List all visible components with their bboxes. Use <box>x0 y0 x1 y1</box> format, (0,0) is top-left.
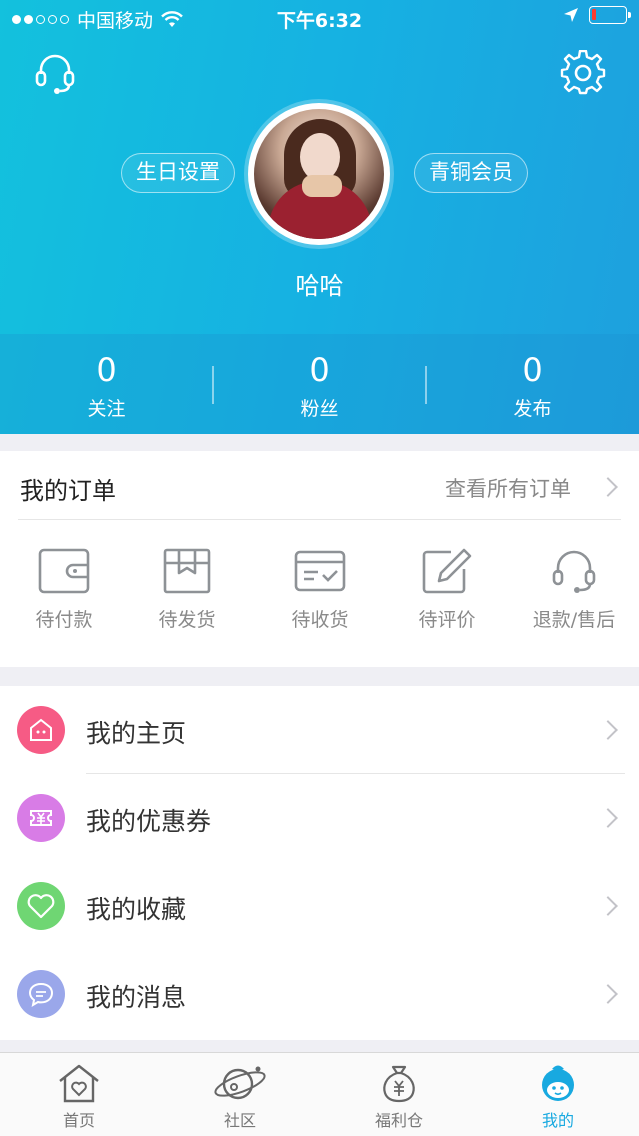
tab-bar: 首页 社区 福利仓 我的 <box>0 1052 639 1136</box>
package-icon <box>163 548 211 594</box>
status-right <box>563 6 631 24</box>
stat-fans[interactable]: 0 粉丝 <box>213 334 426 434</box>
order-pending-receipt[interactable]: 待收货 <box>260 547 380 632</box>
tab-label: 首页 <box>62 1111 95 1130</box>
birthday-settings-button[interactable]: 生日设置 <box>121 153 235 193</box>
money-bag-icon <box>383 1065 415 1103</box>
profile-header: 中国移动 下午6:32 生日设置 青铜会员 哈哈 0 关注 0 粉丝 0 发布 <box>0 0 639 434</box>
order-label: 待评价 <box>418 609 476 631</box>
orders-card: 我的订单 查看所有订单 待付款 待发货 待收货 待评价 退款/售后 <box>0 451 639 667</box>
menu-item-coupons[interactable]: 我的优惠券 <box>0 774 639 862</box>
edit-icon <box>422 548 472 594</box>
chevron-right-icon <box>598 808 618 828</box>
order-pending-payment[interactable]: 待付款 <box>4 547 124 632</box>
headset-icon <box>552 550 596 593</box>
divider <box>18 519 621 520</box>
planet-icon <box>214 1066 266 1100</box>
avatar[interactable] <box>248 103 390 245</box>
tab-label: 福利仓 <box>374 1111 423 1130</box>
stat-value: 0 <box>309 351 330 389</box>
stats-bar: 0 关注 0 粉丝 0 发布 <box>0 334 639 434</box>
order-pending-shipment[interactable]: 待发货 <box>127 547 247 632</box>
chevron-right-icon[interactable] <box>598 477 618 497</box>
menu-item-messages[interactable]: 我的消息 <box>0 950 639 1038</box>
stat-value: 0 <box>522 351 543 389</box>
home-tab-icon <box>59 1064 99 1103</box>
orders-title: 我的订单 <box>20 477 116 505</box>
tab-home[interactable]: 首页 <box>29 1063 129 1131</box>
username: 哈哈 <box>295 272 344 300</box>
order-label: 待收货 <box>291 609 349 631</box>
menu-item-favorites[interactable]: 我的收藏 <box>0 862 639 950</box>
order-label: 待发货 <box>158 609 216 631</box>
stat-posts[interactable]: 0 发布 <box>426 334 639 434</box>
order-pending-review[interactable]: 待评价 <box>387 547 507 632</box>
status-time: 下午6:32 <box>276 10 363 32</box>
order-label: 待付款 <box>35 609 93 631</box>
battery-icon <box>589 6 631 24</box>
location-arrow-icon <box>564 8 578 22</box>
member-level-badge[interactable]: 青铜会员 <box>414 153 528 193</box>
status-bar: 中国移动 下午6:32 <box>0 0 639 36</box>
home-icon <box>17 706 65 754</box>
tab-welfare[interactable]: 福利仓 <box>349 1063 449 1131</box>
tab-mine[interactable]: 我的 <box>508 1063 608 1131</box>
stat-value: 0 <box>96 351 117 389</box>
heart-icon <box>17 882 65 930</box>
message-icon <box>17 970 65 1018</box>
view-all-orders-link[interactable]: 查看所有订单 <box>445 473 571 503</box>
avatar-photo <box>254 109 384 239</box>
tab-label: 社区 <box>223 1111 256 1130</box>
chevron-right-icon <box>598 984 618 1004</box>
stat-label: 发布 <box>513 398 552 420</box>
menu-label: 我的优惠券 <box>86 807 212 836</box>
order-refund-aftersale[interactable]: 退款/售后 <box>514 547 634 632</box>
tab-community[interactable]: 社区 <box>190 1063 290 1131</box>
customer-service-icon[interactable] <box>32 50 78 96</box>
stat-label: 粉丝 <box>300 398 339 420</box>
tab-label: 我的 <box>541 1111 574 1130</box>
menu-label: 我的消息 <box>86 983 187 1012</box>
menu-item-homepage[interactable]: 我的主页 <box>0 686 639 774</box>
menu-label: 我的收藏 <box>86 895 187 924</box>
coupon-icon <box>17 794 65 842</box>
order-label: 退款/售后 <box>532 609 616 631</box>
settings-gear-icon[interactable] <box>560 50 606 96</box>
card-check-icon <box>294 550 346 592</box>
menu-list: 我的主页 我的优惠券 我的收藏 我的消息 <box>0 686 639 1040</box>
stat-following[interactable]: 0 关注 <box>0 334 213 434</box>
chevron-right-icon <box>598 896 618 916</box>
profile-icon <box>542 1065 574 1101</box>
chevron-right-icon <box>598 720 618 740</box>
stat-label: 关注 <box>87 398 126 420</box>
menu-label: 我的主页 <box>86 719 187 748</box>
wallet-icon <box>38 548 90 594</box>
